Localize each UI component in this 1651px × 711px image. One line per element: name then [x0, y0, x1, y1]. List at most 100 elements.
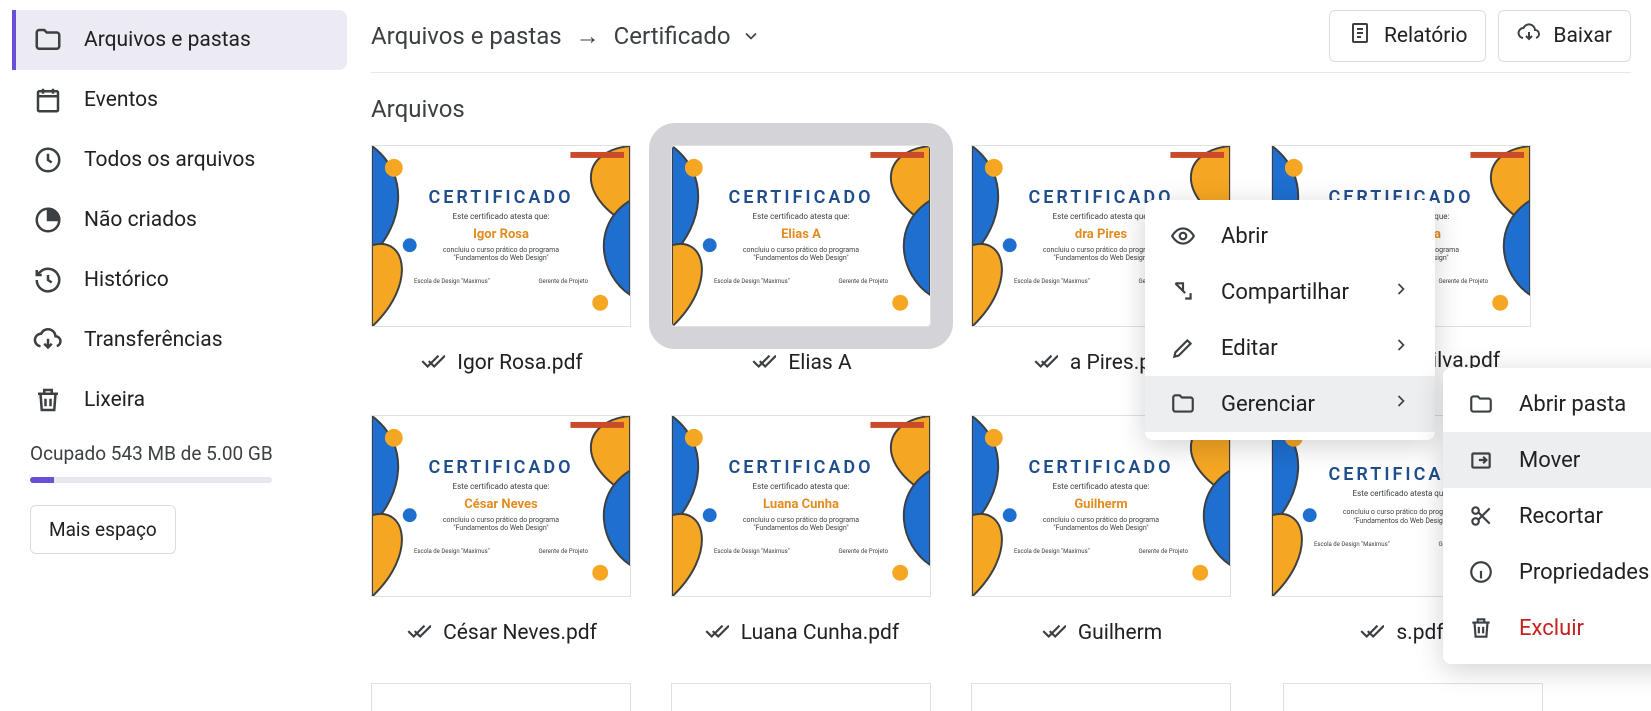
menu-item-gerenciar[interactable]: Gerenciar — [1145, 376, 1435, 432]
sidebar-item-history[interactable]: Histórico — [12, 250, 347, 310]
menu-item-label: Editar — [1221, 336, 1278, 361]
grid-row-peek — [371, 683, 1543, 711]
menu-item-label: Compartilhar — [1221, 280, 1349, 305]
check-icon — [750, 347, 776, 379]
menu-item-propriedades-do-arquivo[interactable]: Propriedades do arquivo — [1443, 544, 1651, 600]
scissors-icon — [1467, 502, 1495, 530]
calendar-icon — [30, 82, 66, 118]
context-submenu: Abrir pasta Mover Recortar Propriedades … — [1443, 368, 1651, 664]
context-menu: Abrir Compartilhar Editar Gerenciar — [1145, 200, 1435, 440]
sidebar-item-events[interactable]: Eventos — [12, 70, 347, 130]
check-icon — [703, 617, 729, 649]
sidebar-item-not-created[interactable]: Não criados — [12, 190, 347, 250]
breadcrumb-root[interactable]: Arquivos e pastas — [371, 22, 562, 50]
file-thumbnail: CERTIFICADO Este certificado atesta que:… — [671, 145, 931, 327]
download-cloud-icon — [30, 322, 66, 358]
file-card[interactable]: CERTIFICADO Este certificado atesta que:… — [671, 415, 931, 649]
pencil-icon — [1169, 334, 1197, 362]
sidebar-item-all-files[interactable]: Todos os arquivos — [12, 130, 347, 190]
file-card[interactable]: CERTIFICADO Este certificado atesta que:… — [671, 145, 931, 379]
check-icon — [1032, 347, 1058, 379]
menu-item-compartilhar[interactable]: Compartilhar — [1145, 264, 1435, 320]
download-button[interactable]: Baixar — [1498, 10, 1631, 62]
menu-item-abrir[interactable]: Abrir — [1145, 208, 1435, 264]
more-space-button[interactable]: Mais espaço — [30, 505, 176, 554]
sidebar-item-label: Histórico — [84, 268, 169, 292]
sidebar-item-trash[interactable]: Lixeira — [12, 370, 347, 430]
menu-item-label: Gerenciar — [1221, 392, 1315, 417]
file-name: Luana Cunha.pdf — [741, 621, 899, 645]
file-card[interactable]: CERTIFICADO Este certificado atesta que:… — [371, 415, 631, 649]
check-icon — [1040, 617, 1066, 649]
menu-item-editar[interactable]: Editar — [1145, 320, 1435, 376]
file-name: s.pdf — [1396, 621, 1443, 645]
topbar: Arquivos e pastas → Certificado Relatóri… — [371, 10, 1631, 62]
divider — [371, 72, 1631, 73]
storage-block: Ocupado 543 MB de 5.00 GB Mais espaço — [12, 430, 347, 558]
menu-item-excluir[interactable]: Excluir — [1443, 600, 1651, 656]
sidebar-item-label: Não criados — [84, 208, 197, 232]
breadcrumb: Arquivos e pastas → Certificado — [371, 22, 761, 51]
file-card[interactable]: CERTIFICADO Este certificado atesta que:… — [371, 145, 631, 379]
arrow-right-icon: → — [576, 22, 600, 51]
file-caption: Elias A — [671, 347, 931, 379]
menu-item-label: Abrir pasta — [1519, 392, 1626, 417]
file-thumbnail: CERTIFICADO Este certificado atesta que:… — [371, 415, 631, 597]
report-icon — [1348, 21, 1372, 51]
sidebar-item-transfers[interactable]: Transferências — [12, 310, 347, 370]
file-caption: César Neves.pdf — [371, 617, 631, 649]
file-thumbnail: CERTIFICADO Este certificado atesta que:… — [371, 145, 631, 327]
file-card[interactable]: CERTIFICADO Este certificado atesta que:… — [971, 415, 1231, 649]
menu-item-label: Abrir — [1221, 224, 1268, 249]
file-name: Elias A — [788, 351, 851, 375]
history-icon — [30, 262, 66, 298]
move-folder-icon — [1467, 446, 1495, 474]
sidebar-item-files[interactable]: Arquivos e pastas — [12, 10, 347, 70]
file-caption: Luana Cunha.pdf — [671, 617, 931, 649]
sidebar-item-label: Transferências — [84, 328, 223, 352]
file-caption: Guilherm — [971, 617, 1231, 649]
check-icon — [1358, 617, 1384, 649]
menu-item-mover[interactable]: Mover — [1443, 432, 1651, 488]
menu-item-abrir-pasta[interactable]: Abrir pasta — [1443, 376, 1651, 432]
chevron-right-icon — [1391, 279, 1411, 305]
trash-icon — [1467, 614, 1495, 642]
menu-item-label: Excluir — [1519, 616, 1584, 641]
file-grid: CERTIFICADO Este certificado atesta que:… — [371, 145, 1631, 649]
chevron-right-icon — [1391, 391, 1411, 417]
folder-outline-icon — [1467, 390, 1495, 418]
trash-icon — [30, 382, 66, 418]
file-name: Igor Rosa.pdf — [457, 351, 582, 375]
sidebar-item-label: Eventos — [84, 88, 158, 112]
eye-icon — [1169, 222, 1197, 250]
menu-item-label: Propriedades do arquivo — [1519, 560, 1651, 585]
topbar-buttons: Relatório Baixar — [1329, 10, 1631, 62]
breadcrumb-current[interactable]: Certificado — [614, 22, 761, 50]
file-name: Guilherm — [1078, 621, 1162, 645]
sidebar-item-label: Lixeira — [84, 388, 145, 412]
sidebar-item-label: Arquivos e pastas — [84, 28, 251, 52]
storage-bar — [30, 477, 272, 483]
check-icon — [405, 617, 431, 649]
info-icon — [1467, 558, 1495, 586]
report-button[interactable]: Relatório — [1329, 10, 1486, 62]
sidebar: Arquivos e pastas Eventos Todos os arqui… — [0, 0, 355, 711]
download-cloud-icon — [1517, 21, 1541, 51]
menu-item-recortar[interactable]: Recortar — [1443, 488, 1651, 544]
menu-item-label: Recortar — [1519, 504, 1603, 529]
folder-icon — [30, 22, 66, 58]
storage-text: Ocupado 543 MB de 5.00 GB — [30, 442, 329, 465]
share-icon — [1169, 278, 1197, 306]
file-thumbnail: CERTIFICADO Este certificado atesta que:… — [671, 415, 931, 597]
folder-icon — [1169, 390, 1197, 418]
main: Arquivos e pastas → Certificado Relatóri… — [355, 0, 1651, 711]
file-thumbnail: CERTIFICADO Este certificado atesta que:… — [971, 415, 1231, 597]
file-name: César Neves.pdf — [443, 621, 597, 645]
chevron-right-icon — [1391, 335, 1411, 361]
sidebar-item-label: Todos os arquivos — [84, 148, 255, 172]
clock-icon — [30, 142, 66, 178]
check-icon — [419, 347, 445, 379]
pie-icon — [30, 202, 66, 238]
file-caption: Igor Rosa.pdf — [371, 347, 631, 379]
section-title: Arquivos — [371, 95, 1631, 123]
